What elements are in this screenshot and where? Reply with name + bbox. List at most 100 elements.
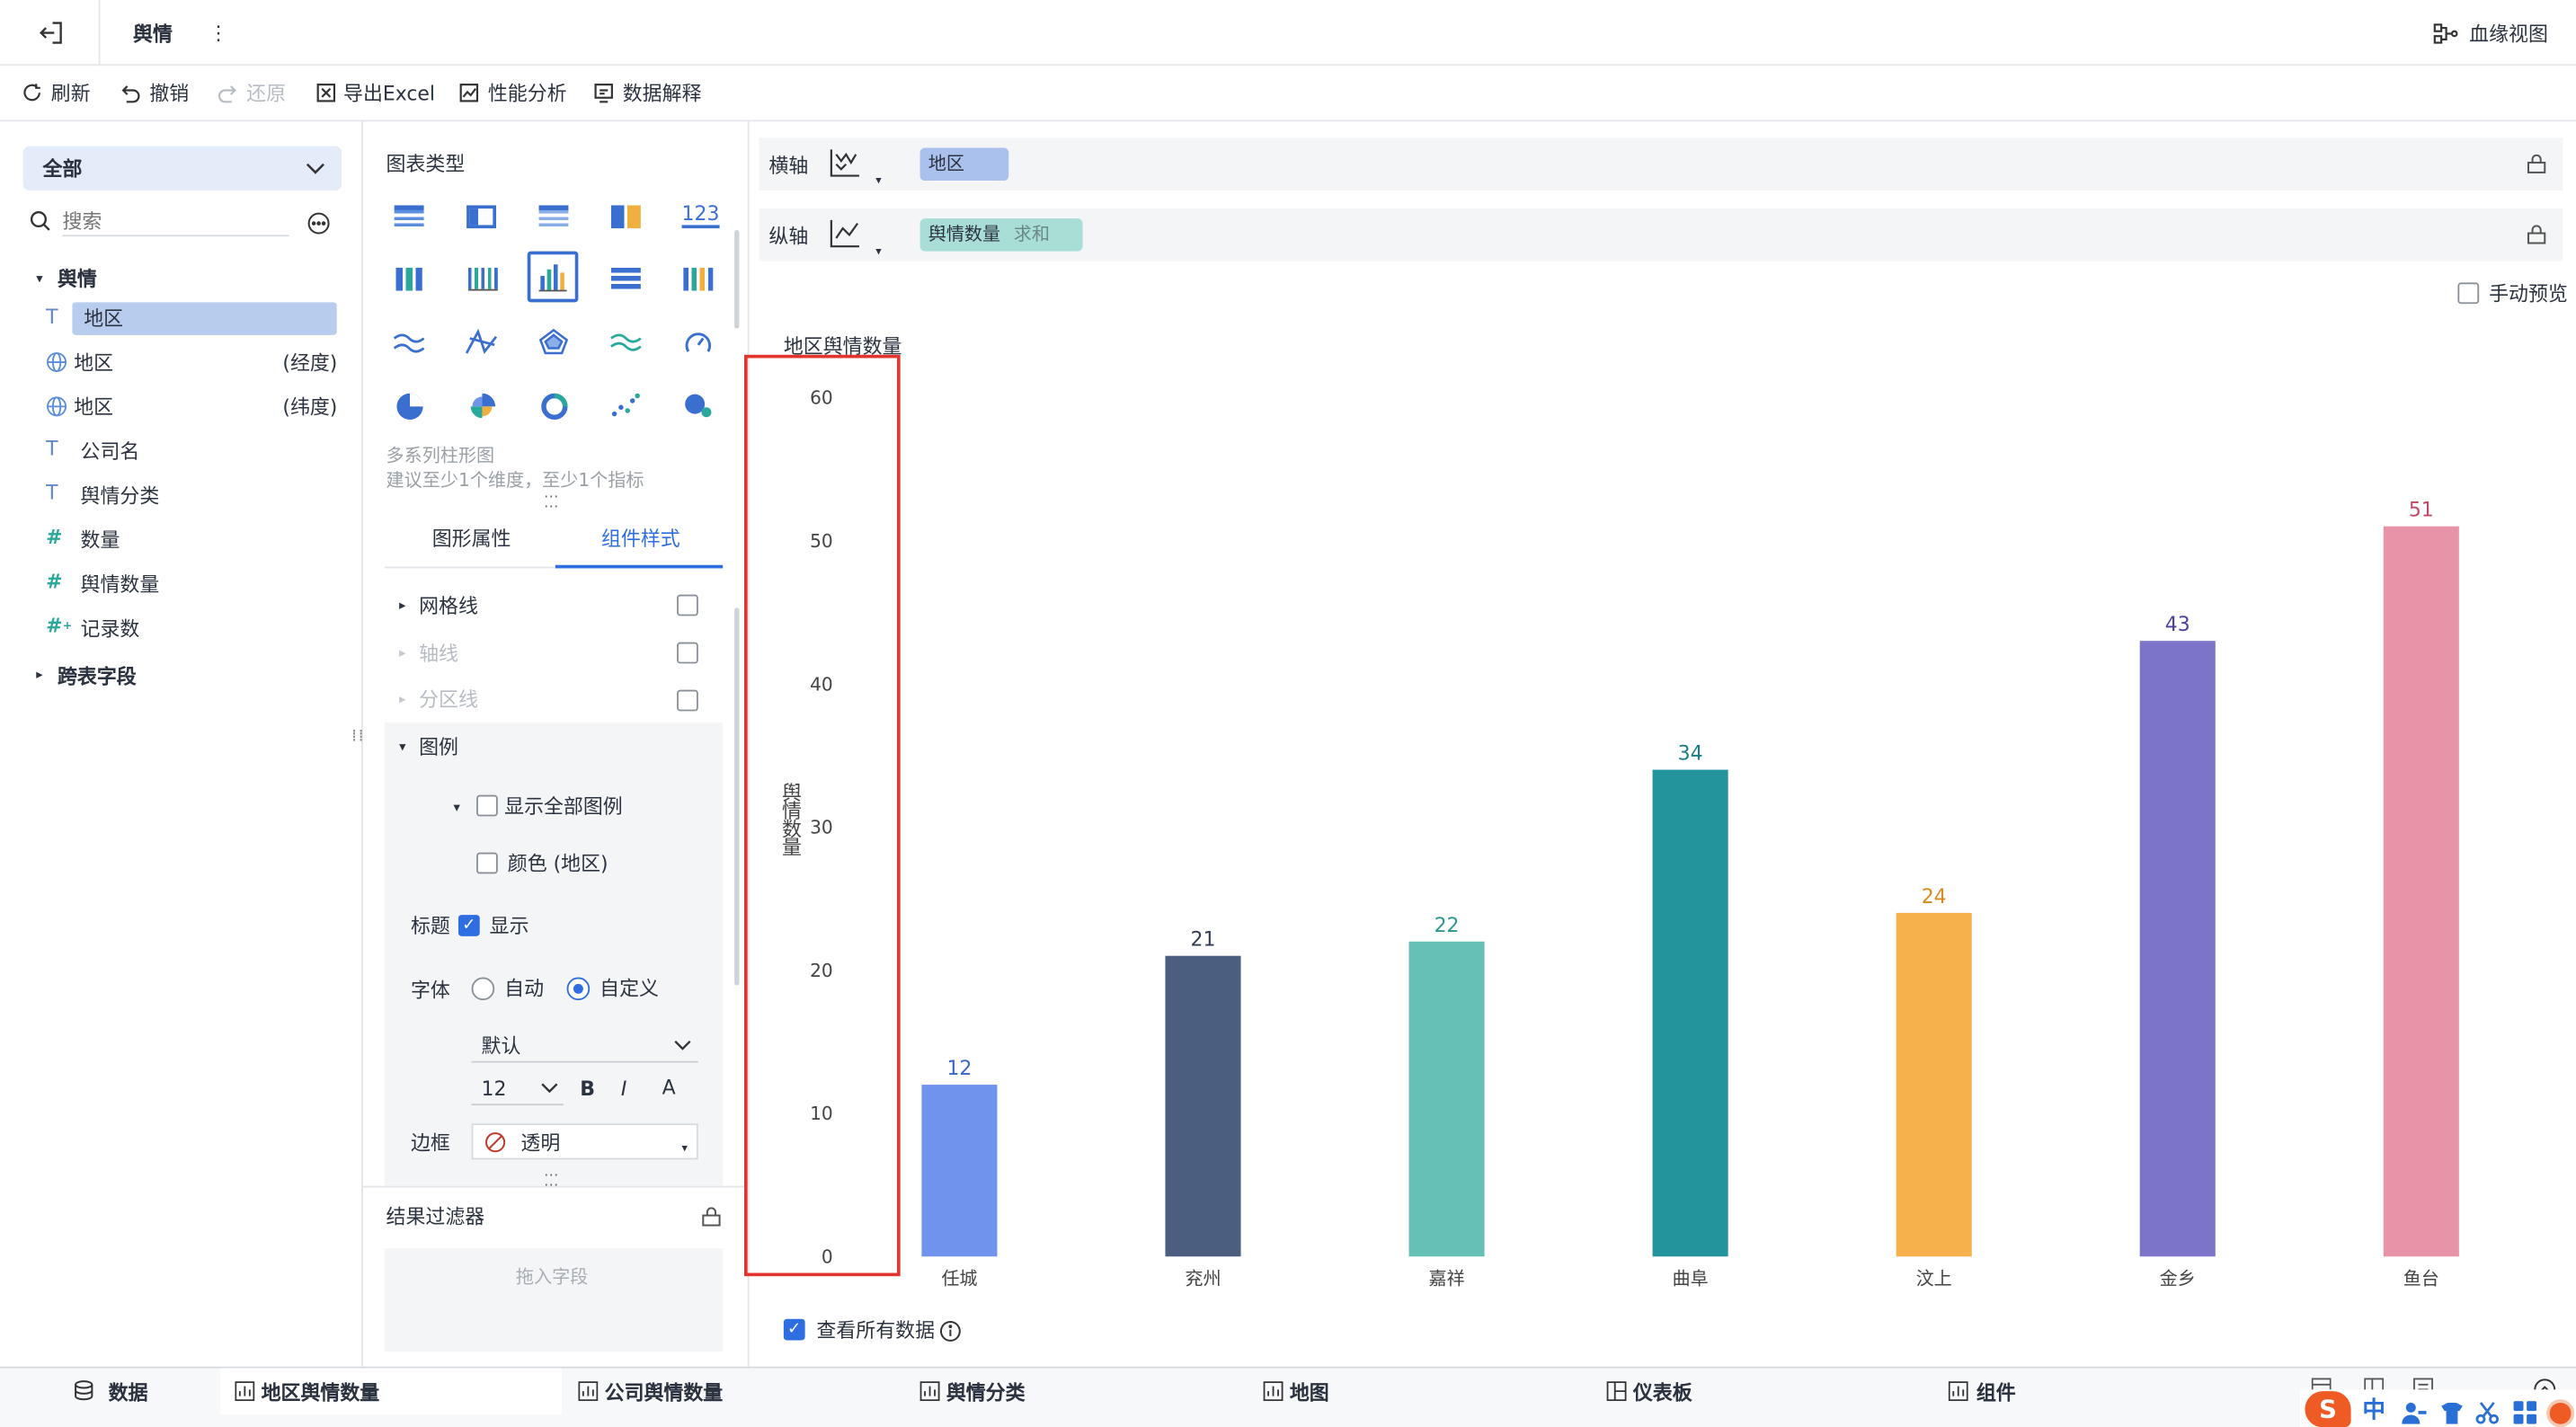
more-options-icon[interactable] (306, 210, 330, 235)
tab-component[interactable]: 组件 (1976, 1381, 2016, 1405)
window-title[interactable]: 舆情 (133, 23, 173, 47)
redo-button[interactable]: 还原 (246, 82, 286, 105)
tab-graphic-properties[interactable]: 图形属性 (432, 527, 511, 551)
multi-series-bar-icon[interactable] (527, 251, 579, 303)
radar-line-icon[interactable] (463, 327, 499, 357)
grouped-bar-icon[interactable] (467, 267, 498, 291)
scrollbar[interactable] (734, 607, 740, 986)
performance-analysis-button[interactable]: 性能分析 (488, 82, 567, 105)
lineage-icon[interactable] (2431, 20, 2457, 46)
waterfall-bar-icon[interactable] (683, 267, 714, 291)
y-axis-settings-icon[interactable] (826, 217, 862, 250)
donut-chart-icon[interactable] (537, 389, 571, 422)
lock-icon[interactable] (2525, 224, 2548, 247)
resize-handle-icon[interactable]: ⋯ ⋯ (544, 1168, 558, 1192)
filter-drop-zone[interactable] (384, 1248, 724, 1352)
performance-icon[interactable] (457, 81, 480, 104)
tree-caret-icon[interactable]: ▾ (453, 796, 459, 820)
field-item-label[interactable]: 地区 (74, 395, 113, 419)
field-item-label[interactable]: 地区 (74, 351, 113, 375)
gridlines-label[interactable]: 网格线 (419, 595, 478, 618)
tab-component-style[interactable]: 组件样式 (601, 527, 680, 551)
zone-line-checkbox[interactable] (677, 689, 698, 712)
bubble-chart-icon[interactable] (682, 389, 715, 422)
field-item-label[interactable]: 舆情分类 (81, 484, 160, 508)
tab-data[interactable]: 数据 (109, 1381, 148, 1405)
italic-button[interactable]: I (621, 1077, 626, 1101)
cross-table-icon[interactable] (466, 205, 496, 229)
title-show-label[interactable]: 显示 (490, 915, 529, 938)
scissors-icon[interactable] (2474, 1399, 2500, 1425)
explain-icon[interactable] (591, 81, 615, 104)
skin-icon[interactable] (2438, 1399, 2464, 1425)
x-axis-settings-icon[interactable] (826, 146, 862, 180)
field-item-label[interactable]: 舆情数量 (81, 573, 160, 597)
sogou-logo-icon[interactable]: S (2305, 1391, 2351, 1427)
tab-map[interactable]: 地图 (1290, 1381, 1329, 1405)
kpi-card-icon[interactable]: 123 (681, 202, 720, 229)
tree-caret-icon[interactable]: ▸ (36, 663, 42, 687)
mascot-icon[interactable] (2546, 1399, 2575, 1427)
scatter-chart-icon[interactable] (609, 389, 643, 422)
mixed-chart-icon[interactable] (610, 205, 641, 229)
pie-chart-icon[interactable] (393, 389, 426, 422)
manual-preview-checkbox[interactable] (2457, 282, 2480, 305)
rose-chart-icon[interactable] (465, 389, 498, 422)
gridlines-checkbox[interactable] (677, 594, 698, 616)
stacked-bar-icon[interactable] (395, 267, 422, 291)
tab-sentiment-category[interactable]: 舆情分类 (946, 1381, 1026, 1405)
title-show-checkbox[interactable]: ✓ (457, 915, 480, 936)
font-auto-radio[interactable] (471, 977, 495, 1001)
axis-line-checkbox[interactable] (677, 642, 698, 664)
excel-icon[interactable] (314, 81, 337, 104)
redo-icon[interactable] (215, 81, 238, 104)
bold-button[interactable]: B (580, 1077, 595, 1101)
font-custom-radio[interactable] (566, 977, 591, 1001)
info-icon[interactable] (938, 1319, 962, 1343)
grid-apps-icon[interactable] (2512, 1399, 2538, 1425)
font-auto-label[interactable]: 自动 (504, 978, 544, 1001)
caret-icon[interactable]: ▾ (875, 240, 881, 263)
exit-icon[interactable] (36, 18, 66, 48)
tab-company-sentiment[interactable]: 公司舆情数量 (605, 1381, 724, 1405)
detail-table-icon[interactable] (538, 205, 569, 229)
color-legend-checkbox[interactable] (476, 852, 498, 874)
gauge-icon[interactable] (680, 327, 716, 357)
undo-button[interactable]: 撤销 (149, 82, 189, 105)
field-group-title[interactable]: 舆情 (58, 268, 97, 291)
ime-language[interactable]: 中 (2362, 1399, 2385, 1423)
field-item-label[interactable]: 记录数 (81, 617, 140, 641)
refresh-button[interactable]: 刷新 (51, 82, 91, 105)
lock-icon[interactable] (2525, 153, 2548, 176)
tree-caret-icon[interactable]: ▸ (399, 595, 405, 618)
table-chart-icon[interactable] (394, 205, 424, 229)
radar-chart-icon[interactable] (536, 327, 572, 357)
resize-handle-icon[interactable]: ⋯ ⋯ (544, 491, 558, 515)
user-icon[interactable] (2400, 1399, 2426, 1425)
lock-icon[interactable] (700, 1206, 724, 1229)
legend-label[interactable]: 图例 (419, 736, 458, 759)
show-all-legend-checkbox[interactable] (476, 794, 498, 817)
resize-handle-icon[interactable]: ⁞⁞ (351, 729, 365, 746)
font-color-button[interactable]: A (662, 1076, 676, 1099)
more-icon[interactable]: ⋮ (209, 22, 228, 45)
show-all-legend-label[interactable]: 显示全部图例 (504, 795, 623, 819)
lineage-view-button[interactable]: 血缘视图 (2469, 23, 2548, 47)
area-chart-icon[interactable] (608, 327, 644, 357)
refresh-icon[interactable] (20, 81, 43, 104)
view-all-data-label[interactable]: 查看所有数据 (816, 1319, 935, 1343)
line-chart-icon[interactable] (391, 327, 427, 357)
tab-region-sentiment[interactable]: 地区舆情数量 (262, 1381, 380, 1405)
font-custom-label[interactable]: 自定义 (600, 978, 659, 1001)
cross-table-fields[interactable]: 跨表字段 (58, 665, 137, 688)
color-legend-label[interactable]: 颜色 (地区) (508, 853, 608, 876)
view-all-data-checkbox[interactable]: ✓ (783, 1318, 805, 1341)
caret-icon[interactable]: ▾ (875, 169, 881, 192)
tree-caret-icon[interactable]: ▾ (399, 736, 405, 759)
tree-caret-icon[interactable]: ▾ (36, 268, 42, 291)
tab-dashboard[interactable]: 仪表板 (1633, 1381, 1692, 1405)
data-explain-button[interactable]: 数据解释 (623, 82, 702, 105)
horizontal-bar-icon[interactable] (610, 267, 641, 291)
manual-preview-label[interactable]: 手动预览 (2489, 282, 2568, 306)
search-input[interactable] (62, 207, 289, 237)
